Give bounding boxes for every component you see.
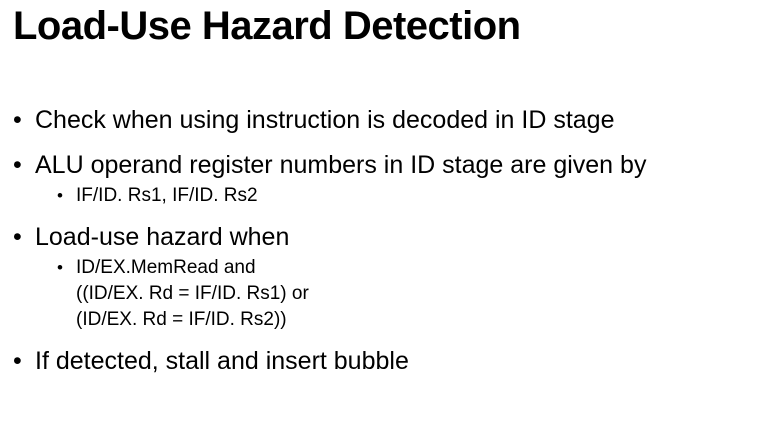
sub-bullet-continuation: ((ID/EX. Rd = IF/ID. Rs1) or — [76, 283, 309, 304]
slide-title: Load-Use Hazard Detection — [13, 4, 521, 48]
bullet-text: If detected, stall and insert bubble — [35, 347, 409, 375]
sub-bullet-item: • ID/EX.MemRead and — [13, 255, 773, 281]
sub-bullet-continuation: (ID/EX. Rd = IF/ID. Rs2)) — [76, 309, 287, 330]
bullet-icon: • — [13, 151, 22, 179]
bullet-icon: • — [13, 347, 22, 375]
sub-bullet-text: ID/EX.MemRead and — [76, 257, 256, 278]
sub-bullet-icon: • — [57, 186, 63, 205]
bullet-text: Check when using instruction is decoded … — [35, 106, 615, 134]
bullet-item: • Load-use hazard when — [13, 221, 773, 253]
bullet-item: • ALU operand register numbers in ID sta… — [13, 149, 773, 181]
sub-bullet-text: IF/ID. Rs1, IF/ID. Rs2 — [76, 185, 258, 206]
slide: Load-Use Hazard Detection • Check when u… — [0, 0, 777, 447]
bullet-item: • If detected, stall and insert bubble — [13, 345, 773, 377]
sub-bullet-icon: • — [57, 258, 63, 277]
bullet-text: ALU operand register numbers in ID stage… — [35, 151, 647, 179]
sub-bullet-item: • IF/ID. Rs1, IF/ID. Rs2 — [13, 183, 773, 209]
bullet-item: • Check when using instruction is decode… — [13, 104, 773, 136]
bullet-icon: • — [13, 223, 22, 251]
bullet-list: • Check when using instruction is decode… — [13, 104, 773, 390]
bullet-icon: • — [13, 106, 22, 134]
bullet-text: Load-use hazard when — [35, 223, 290, 251]
